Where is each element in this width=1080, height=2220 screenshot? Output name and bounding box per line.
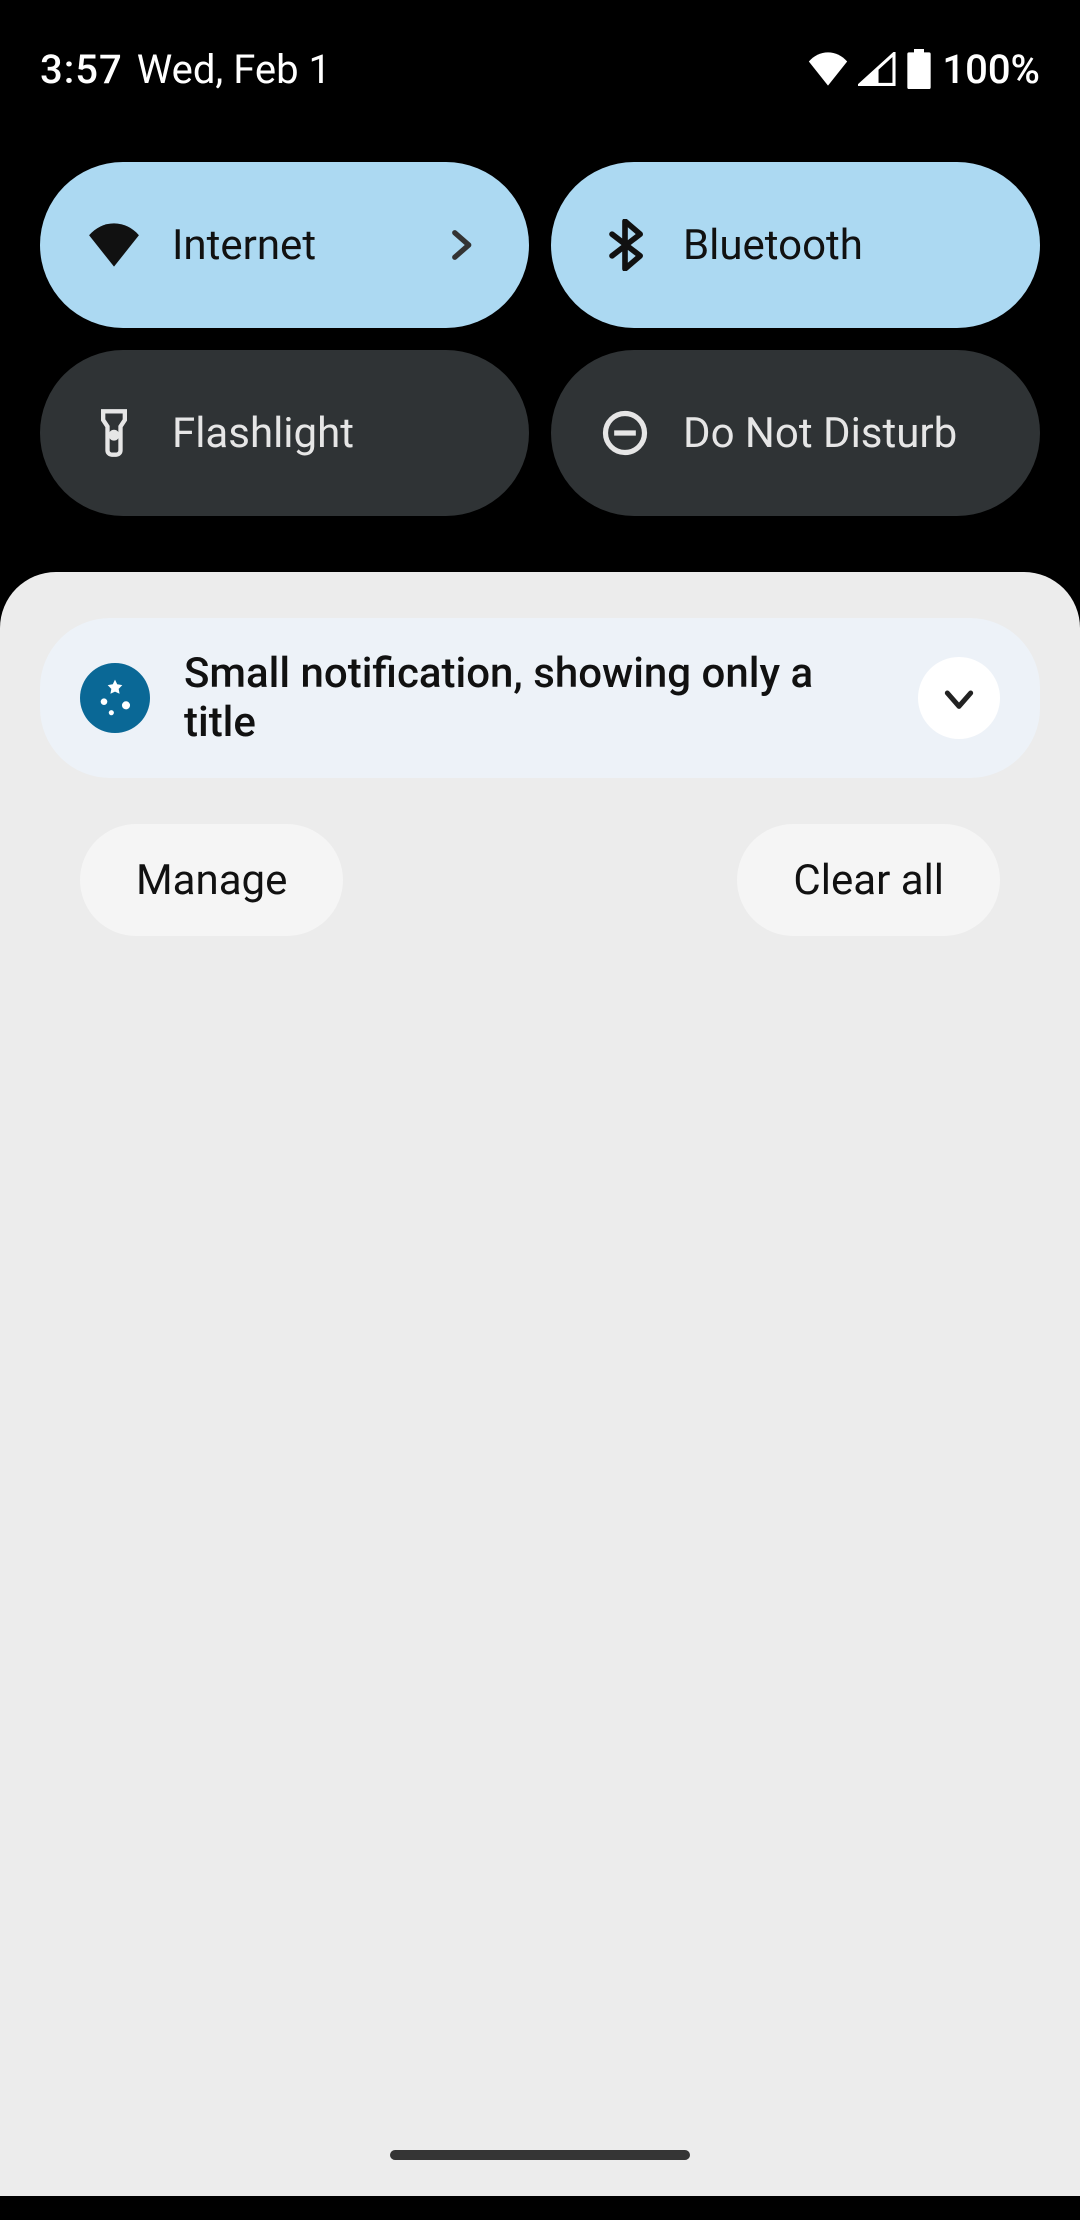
manage-button[interactable]: Manage bbox=[80, 824, 343, 936]
notification-expand-button[interactable] bbox=[918, 657, 1000, 739]
status-time: 3:57 bbox=[40, 46, 123, 93]
flashlight-icon bbox=[88, 407, 140, 459]
quick-settings-panel: Internet Bluetooth Flashlight Do Not Dis… bbox=[0, 110, 1080, 572]
notification-shade: Small notification, showing only a title… bbox=[0, 572, 1080, 2196]
gesture-nav-handle[interactable] bbox=[390, 2150, 690, 2160]
chevron-right-icon[interactable] bbox=[439, 224, 481, 266]
qs-tile-flashlight[interactable]: Flashlight bbox=[40, 350, 529, 516]
do-not-disturb-icon bbox=[599, 407, 651, 459]
notification-card[interactable]: Small notification, showing only a title bbox=[40, 618, 1040, 778]
manage-button-label: Manage bbox=[136, 856, 287, 905]
qs-tile-label: Internet bbox=[172, 221, 407, 270]
qs-tile-bluetooth[interactable]: Bluetooth bbox=[551, 162, 1040, 328]
status-bar: 3:57 Wed, Feb 1 100% bbox=[0, 0, 1080, 110]
shade-actions-row: Manage Clear all bbox=[40, 778, 1040, 936]
qs-tile-dnd[interactable]: Do Not Disturb bbox=[551, 350, 1040, 516]
status-bar-right: 100% bbox=[808, 46, 1040, 93]
clear-all-button[interactable]: Clear all bbox=[737, 824, 1000, 936]
qs-tile-label: Do Not Disturb bbox=[683, 409, 992, 458]
wifi-icon bbox=[88, 219, 140, 271]
cellular-signal-icon bbox=[858, 52, 896, 86]
status-bar-left: 3:57 Wed, Feb 1 bbox=[40, 46, 331, 93]
qs-tile-label: Flashlight bbox=[172, 409, 481, 458]
qs-tile-internet[interactable]: Internet bbox=[40, 162, 529, 328]
battery-icon bbox=[906, 49, 932, 89]
bluetooth-icon bbox=[599, 219, 651, 271]
clear-all-button-label: Clear all bbox=[793, 856, 944, 905]
wifi-icon bbox=[808, 52, 848, 86]
battery-percent: 100% bbox=[942, 46, 1040, 93]
qs-tile-label: Bluetooth bbox=[683, 221, 992, 270]
notification-title: Small notification, showing only a title bbox=[184, 649, 884, 747]
status-date: Wed, Feb 1 bbox=[137, 46, 331, 93]
notification-app-icon bbox=[80, 663, 150, 733]
